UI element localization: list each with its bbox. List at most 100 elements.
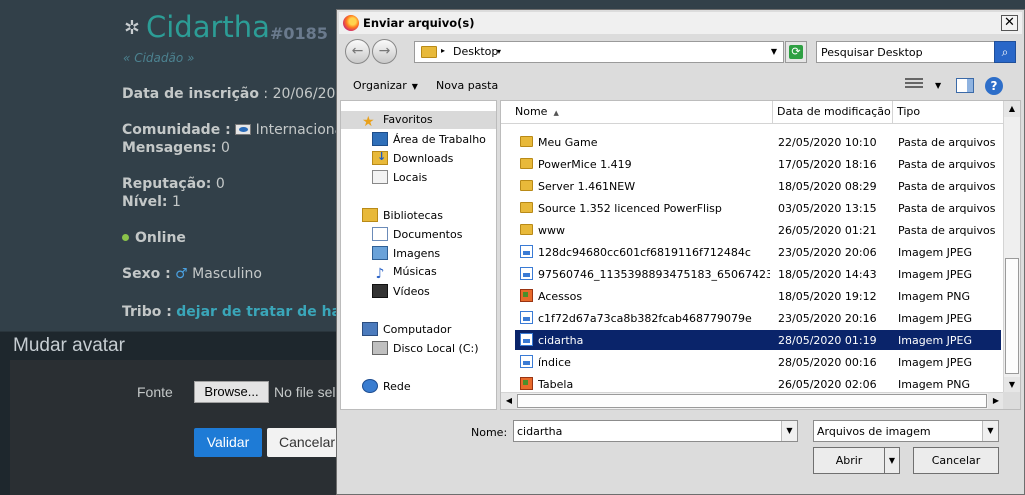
file-type-value[interactable]: Arquivos de imagem <box>817 425 931 438</box>
nav-item-desktop[interactable]: Área de Trabalho <box>372 132 486 146</box>
folder-icon <box>520 136 533 147</box>
cancel-avatar-button[interactable]: Cancelar <box>267 428 341 457</box>
address-text[interactable]: Desktop <box>453 45 498 58</box>
search-input[interactable]: Pesquisar Desktop <box>821 46 923 59</box>
star-icon: ★ <box>362 114 375 130</box>
file-row[interactable]: 128dc94680cc601cf6819116f712484c 23/05/20… <box>515 242 1001 262</box>
file-row[interactable]: c1f72d67a73ca8b382fcab468779079e 23/05/20… <box>515 308 1001 328</box>
breadcrumb-arrow-icon[interactable]: ▸ <box>441 46 445 55</box>
browse-button[interactable]: Browse... <box>194 381 269 403</box>
vertical-scrollbar[interactable]: ▲ ▼ <box>1003 101 1020 393</box>
scroll-right-icon[interactable]: ▶ <box>988 393 1004 409</box>
nav-item-network[interactable]: Rede <box>362 379 411 393</box>
open-options-chevron-icon[interactable]: ▼ <box>884 447 900 474</box>
scroll-left-icon[interactable]: ◀ <box>501 393 517 409</box>
chevron-down-icon[interactable]: ▼ <box>771 47 777 56</box>
registration-label: Data de inscrição <box>122 86 259 102</box>
file-modified-date: 26/05/2020 02:06 <box>778 378 877 391</box>
view-options-icon[interactable] <box>905 78 923 92</box>
reputation-value: 0 <box>215 176 225 192</box>
file-row[interactable]: Meu Game 22/05/2020 10:10 Pasta de arquivo… <box>515 132 1001 152</box>
search-box[interactable]: Pesquisar Desktop ⌕ <box>816 41 1016 63</box>
cancel-button[interactable]: Cancelar <box>913 447 999 474</box>
registration-separator: : <box>258 86 273 102</box>
places-icon <box>372 170 388 184</box>
nav-item-videos[interactable]: Vídeos <box>372 284 430 298</box>
jpeg-icon <box>520 333 533 346</box>
png-icon <box>520 289 533 302</box>
forward-button[interactable]: → <box>372 39 397 64</box>
dialog-titlebar[interactable]: Enviar arquivo(s) ✕ <box>339 12 1022 34</box>
nav-label: Imagens <box>393 247 441 260</box>
chevron-down-icon[interactable]: ▼ <box>982 421 998 441</box>
sort-ascending-icon: ▲ <box>553 109 559 117</box>
column-header-name[interactable]: Nome ▲ <box>501 101 773 124</box>
chevron-down-icon[interactable]: ▼ <box>935 81 941 90</box>
profile-title: « Cidadão » <box>123 51 195 65</box>
file-row[interactable]: PowerMice 1.419 17/05/2020 18:16 Pasta de … <box>515 154 1001 174</box>
file-row[interactable]: 97560746_1135398893475183_6506742317... 1… <box>515 264 1001 284</box>
nav-item-documents[interactable]: Documentos <box>372 227 462 241</box>
search-icon[interactable]: ⌕ <box>994 41 1016 63</box>
column-header-modified[interactable]: Data de modificação <box>773 101 893 124</box>
nav-label: Downloads <box>393 152 454 165</box>
preview-pane-icon[interactable] <box>956 78 974 93</box>
refresh-button[interactable]: ⟳ <box>785 41 807 63</box>
scroll-thumb[interactable] <box>517 394 987 408</box>
file-row[interactable]: cidartha 28/05/2020 01:19 Imagem JPEG <box>515 330 1001 350</box>
file-name: cidartha <box>538 334 584 347</box>
videos-icon <box>372 284 388 298</box>
downloads-icon <box>372 150 388 165</box>
file-row[interactable]: Server 1.461NEW 18/05/2020 08:29 Pasta de … <box>515 176 1001 196</box>
file-type: Imagem PNG <box>898 290 971 303</box>
folder-icon <box>520 180 533 191</box>
column-header-type[interactable]: Tipo <box>893 101 1004 124</box>
community-row: Comunidade : Internacional <box>122 122 347 138</box>
file-type: Pasta de arquivos <box>898 202 996 215</box>
file-type: Pasta de arquivos <box>898 136 996 149</box>
level-label: Nível: <box>122 194 168 210</box>
file-dialog: Enviar arquivo(s) ✕ ← → ▸ Desktop ▾ ▼ ⟳ … <box>336 9 1025 495</box>
chevron-down-icon[interactable]: ▼ <box>781 421 797 441</box>
file-row[interactable]: Source 1.352 licenced PowerFlisp 03/05/20… <box>515 198 1001 218</box>
file-modified-date: 28/05/2020 00:16 <box>778 356 877 369</box>
nav-item-downloads[interactable]: Downloads <box>372 150 454 165</box>
scroll-up-icon[interactable]: ▲ <box>1004 101 1020 117</box>
help-icon[interactable]: ? <box>985 77 1003 95</box>
open-button[interactable]: Abrir <box>813 447 885 474</box>
sex-value: Masculino <box>192 266 262 282</box>
close-button[interactable]: ✕ <box>1001 15 1018 31</box>
nav-item-local-disk[interactable]: Disco Local (C:) <box>372 341 479 355</box>
back-button[interactable]: ← <box>345 39 370 64</box>
validate-button[interactable]: Validar <box>194 428 262 457</box>
file-row[interactable]: Acessos 18/05/2020 19:12 Imagem PNG <box>515 286 1001 306</box>
nav-item-libraries[interactable]: Bibliotecas <box>362 208 443 222</box>
organize-menu[interactable]: Organizar ▼ <box>353 79 418 92</box>
nav-item-places[interactable]: Locais <box>372 170 427 184</box>
file-type: Pasta de arquivos <box>898 224 996 237</box>
scroll-down-icon[interactable]: ▼ <box>1004 377 1020 393</box>
jpeg-icon <box>520 267 533 280</box>
nav-item-computer[interactable]: Computador <box>362 322 451 336</box>
nav-item-images[interactable]: Imagens <box>372 246 440 260</box>
file-type-select[interactable]: Arquivos de imagem ▼ <box>813 420 999 442</box>
jpeg-icon <box>520 311 533 324</box>
file-name: Server 1.461NEW <box>538 180 636 193</box>
file-row[interactable]: www 26/05/2020 01:21 Pasta de arquivos <box>515 220 1001 240</box>
male-icon: ♂ <box>175 266 188 282</box>
scroll-thumb[interactable] <box>1005 258 1019 374</box>
address-bar[interactable]: ▸ Desktop ▾ ▼ <box>414 41 784 63</box>
file-modified-date: 17/05/2020 18:16 <box>778 158 877 171</box>
filename-input[interactable]: cidartha ▼ <box>513 420 798 442</box>
nav-item-music[interactable]: ♪ Músicas <box>372 265 437 281</box>
column-header-row: Nome ▲ Data de modificação Tipo <box>501 101 1004 124</box>
breadcrumb-arrow-icon[interactable]: ▾ <box>497 47 501 56</box>
filename-value[interactable]: cidartha <box>517 425 562 438</box>
horizontal-scrollbar[interactable]: ◀ ▶ <box>501 392 1004 409</box>
nav-item-favorites[interactable]: ★ Favoritos <box>362 113 433 129</box>
navigation-pane: ★ Favoritos Área de Trabalho Downloads Lo… <box>340 100 497 410</box>
file-row[interactable]: índice 28/05/2020 00:16 Imagem JPEG <box>515 352 1001 372</box>
new-folder-button[interactable]: Nova pasta <box>436 79 498 92</box>
file-row[interactable]: Tabela 26/05/2020 02:06 Imagem PNG <box>515 374 1001 394</box>
filename-label: Nome: <box>471 426 508 439</box>
